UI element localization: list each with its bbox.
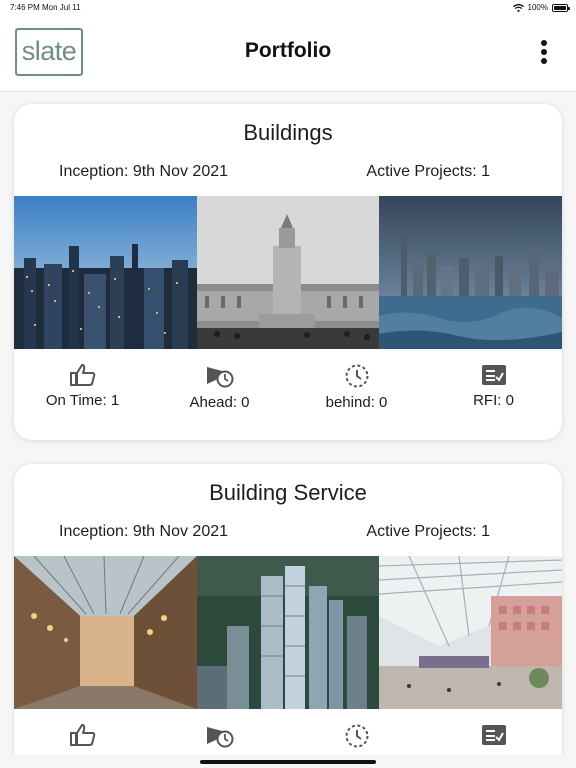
atrium-interior-photo [379,556,562,709]
thumbs-up-icon [69,724,95,746]
stat-behind: behind: 0 [288,364,425,411]
city-skyline-dusk-photo [14,196,197,349]
fast-clock-icon [206,727,233,748]
stat-behind [288,724,425,748]
menu-dot-icon [541,40,547,46]
battery-icon [552,3,570,12]
home-indicator-bar[interactable] [200,760,376,764]
wifi-icon [512,3,524,12]
more-menu-button[interactable] [538,40,550,68]
stat-label: behind: 0 [325,394,388,411]
palace-monument-photo [196,196,380,349]
stat-label: On Time: 1 [45,392,120,409]
skyscraper-towers-photo [196,556,380,709]
status-bar: 7:46 PM Mon Jul 11 100% [0,0,576,14]
menu-dot-icon [541,49,547,55]
battery-percent: 100% [527,3,548,12]
app-header: slate Portfolio [0,14,576,92]
home-indicator [0,755,576,768]
dashed-clock-icon [345,724,368,748]
checklist-icon [481,725,506,745]
harbor-skyline-storm-photo [379,196,562,349]
stat-on-time [14,724,151,748]
inception-date: Inception: 9th Nov 2021 [59,163,229,180]
page-title: Portfolio [244,39,332,62]
fast-clock-icon [206,367,233,388]
thumbs-up-icon [69,364,95,386]
card-images [14,196,562,349]
active-projects: Active Projects: 1 [366,523,490,540]
portfolio-card-building-service[interactable]: Building Service Inception: 9th Nov 2021… [14,464,562,768]
status-right: 100% [512,3,570,12]
stat-ahead [151,724,288,748]
card-images [14,556,562,709]
card-stats [14,724,562,748]
shopping-arcade-photo [14,556,197,709]
status-date: Mon Jul 11 [42,3,81,12]
stat-label: RFI: 0 [473,392,514,409]
portfolio-card-buildings[interactable]: Buildings Inception: 9th Nov 2021 Active… [14,104,562,440]
card-title: Buildings [243,120,333,145]
stat-on-time: On Time: 1 [14,364,151,411]
stat-rfi: RFI: 0 [425,364,562,411]
inception-date: Inception: 9th Nov 2021 [59,523,229,540]
stat-ahead: Ahead: 0 [151,364,288,411]
stat-label: Ahead: 0 [189,394,250,411]
card-title: Building Service [209,480,367,505]
menu-dot-icon [541,58,547,64]
status-time: 7:46 PM [10,3,40,12]
dashed-clock-icon [345,364,368,388]
stat-rfi [425,724,562,748]
active-projects: Active Projects: 1 [366,163,490,180]
checklist-icon [481,365,506,385]
card-stats: On Time: 1 Ahead: 0 behind: 0 RFI: 0 [14,364,562,411]
